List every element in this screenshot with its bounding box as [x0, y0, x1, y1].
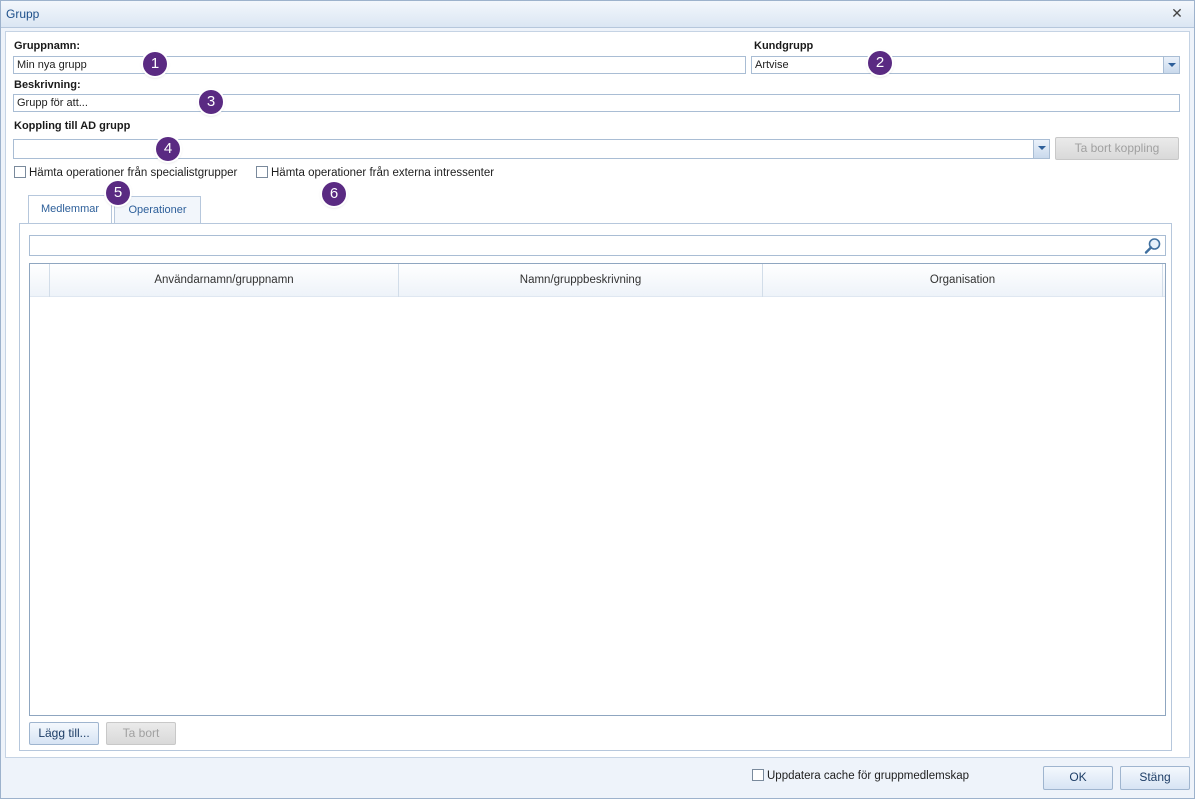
window-title: Grupp: [6, 7, 40, 21]
tab-members[interactable]: Medlemmar: [28, 195, 112, 224]
close-button[interactable]: Stäng: [1120, 766, 1190, 790]
group-name-label: Gruppnamn:: [14, 40, 80, 52]
dialog-content: Gruppnamn: Min nya grupp Kundgrupp Artvi…: [5, 31, 1190, 758]
search-icon[interactable]: [1144, 237, 1162, 255]
description-input[interactable]: Grupp för att...: [13, 94, 1180, 112]
row-indicator-column: [30, 264, 50, 297]
remove-ad-link-button[interactable]: Ta bort koppling: [1055, 137, 1179, 160]
group-dialog: Grupp ✕ Gruppnamn: Min nya grupp Kundgru…: [0, 0, 1195, 799]
update-cache-option[interactable]: Uppdatera cache för gruppmedlemskap: [752, 768, 970, 786]
callout-badge-1: 1: [143, 52, 167, 76]
customer-group-value: Artvise: [755, 59, 789, 71]
remove-member-button[interactable]: Ta bort: [106, 722, 176, 745]
external-stakeholders-checkbox[interactable]: [256, 165, 268, 178]
chevron-down-icon[interactable]: [1033, 140, 1049, 158]
chevron-down-icon[interactable]: [1163, 57, 1179, 73]
column-organisation[interactable]: Organisation: [763, 264, 1163, 297]
update-cache-label: Uppdatera cache för gruppmedlemskap: [767, 770, 970, 782]
customer-group-select[interactable]: Artvise: [751, 56, 1180, 74]
callout-badge-3: 3: [199, 90, 223, 114]
description-label: Beskrivning:: [14, 79, 81, 91]
members-table: Användarnamn/gruppnamn Namn/gruppbeskriv…: [29, 263, 1166, 716]
member-search-input[interactable]: [29, 235, 1166, 256]
specialist-groups-checkbox[interactable]: [14, 165, 26, 178]
callout-badge-5: 5: [106, 181, 130, 205]
ad-link-label: Koppling till AD grupp: [14, 120, 131, 132]
callout-badge-6: 6: [322, 182, 346, 206]
external-stakeholders-label: Hämta operationer från externa intressen…: [271, 167, 495, 179]
update-cache-checkbox[interactable]: [752, 768, 764, 781]
column-name-description[interactable]: Namn/gruppbeskrivning: [399, 264, 763, 297]
callout-badge-4: 4: [156, 137, 180, 161]
specialist-groups-label: Hämta operationer från specialistgrupper: [29, 167, 238, 179]
close-icon[interactable]: ✕: [1168, 4, 1186, 22]
group-name-input[interactable]: Min nya grupp: [13, 56, 746, 74]
external-stakeholders-option[interactable]: Hämta operationer från externa intressen…: [256, 165, 495, 183]
customer-group-label: Kundgrupp: [754, 40, 814, 52]
callout-badge-2: 2: [868, 51, 892, 75]
specialist-groups-option[interactable]: Hämta operationer från specialistgrupper: [14, 165, 238, 183]
ok-button[interactable]: OK: [1043, 766, 1113, 790]
table-header: Användarnamn/gruppnamn Namn/gruppbeskriv…: [30, 264, 1165, 297]
title-bar: Grupp ✕: [1, 1, 1194, 28]
column-username[interactable]: Användarnamn/gruppnamn: [50, 264, 399, 297]
members-panel: Användarnamn/gruppnamn Namn/gruppbeskriv…: [19, 223, 1172, 751]
add-member-button[interactable]: Lägg till...: [29, 722, 99, 745]
